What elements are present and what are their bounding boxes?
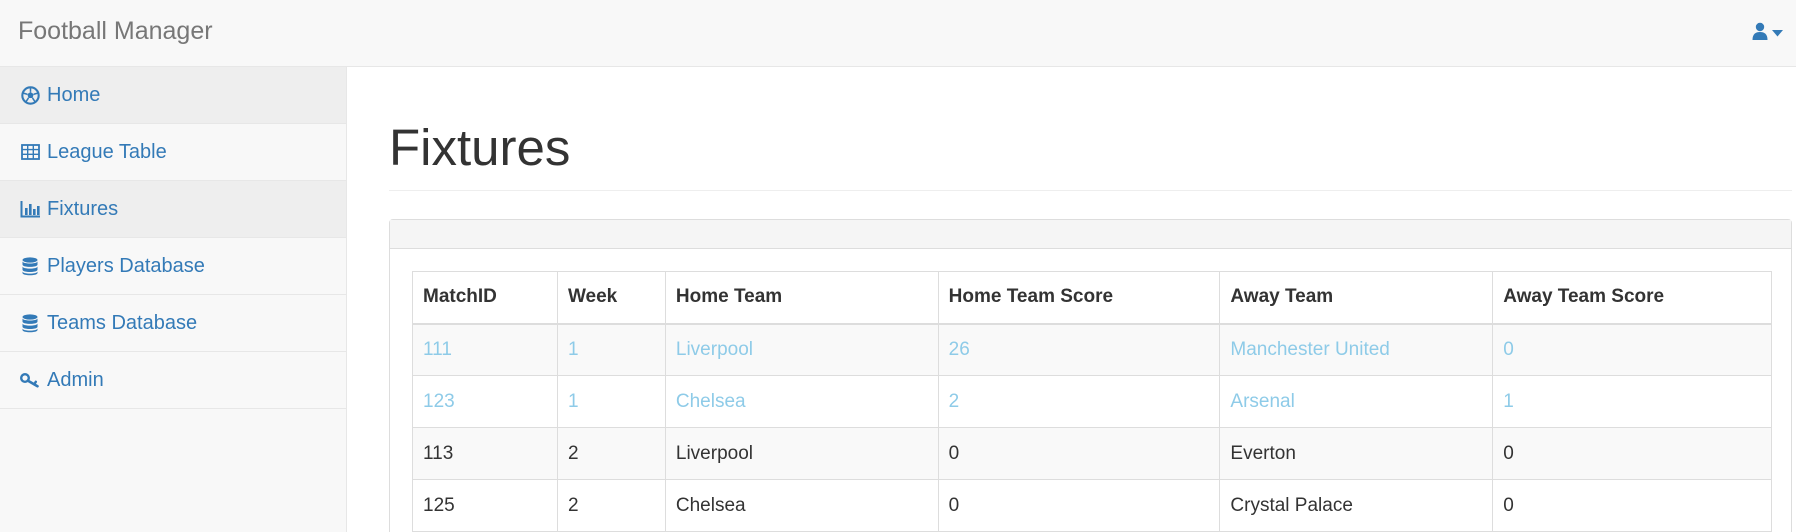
table-cell: 1 xyxy=(556,323,666,376)
table-cell: Liverpool xyxy=(664,427,939,480)
table-cell: Chelsea xyxy=(664,479,939,532)
panel-heading xyxy=(390,220,1791,249)
table-row[interactable]: 111 1 Liverpool 26 Manchester United 0 xyxy=(412,323,1772,376)
sidebar-item-home[interactable]: Home xyxy=(0,67,346,124)
fixtures-panel: MatchID Week Home Team Home Team Score A… xyxy=(389,219,1792,532)
sidebar-item-label: League Table xyxy=(47,140,167,163)
table-cell: 0 xyxy=(937,479,1221,532)
sidebar-item-label: Teams Database xyxy=(47,311,198,334)
caret-down-icon xyxy=(1772,24,1783,42)
key-icon xyxy=(19,369,41,391)
top-navbar: Football Manager xyxy=(0,0,1796,67)
table-cell: 1 xyxy=(556,375,666,428)
table-cell: 0 xyxy=(1492,427,1772,480)
sidebar: Home League Table Fixtures Players Datab… xyxy=(0,67,347,532)
table-header-row: MatchID Week Home Team Home Team Score A… xyxy=(412,271,1772,325)
table-cell: 0 xyxy=(1492,479,1772,532)
user-icon xyxy=(1752,22,1768,45)
table-cell: 0 xyxy=(1492,323,1772,376)
table-cell: 2 xyxy=(556,479,666,532)
column-header-away-team-score[interactable]: Away Team Score xyxy=(1492,271,1772,325)
table-cell: Manchester United xyxy=(1219,323,1494,376)
sidebar-item-admin[interactable]: Admin xyxy=(0,352,346,409)
column-header-week[interactable]: Week xyxy=(556,271,666,325)
column-header-home-team-score[interactable]: Home Team Score xyxy=(937,271,1221,325)
sidebar-item-label: Admin xyxy=(47,368,104,391)
table-cell: 1 xyxy=(1492,375,1772,428)
database-icon xyxy=(19,312,41,334)
table-cell: 2 xyxy=(556,427,666,480)
sidebar-item-label: Home xyxy=(47,83,101,106)
table-cell: 26 xyxy=(937,323,1221,376)
table-icon xyxy=(19,141,41,163)
sidebar-item-label: Fixtures xyxy=(47,197,119,220)
sidebar-item-league-table[interactable]: League Table xyxy=(0,124,346,181)
sidebar-item-players-database[interactable]: Players Database xyxy=(0,238,346,295)
sidebar-item-teams-database[interactable]: Teams Database xyxy=(0,295,346,352)
column-header-match-id[interactable]: MatchID xyxy=(412,271,558,325)
table-cell: Arsenal xyxy=(1219,375,1494,428)
table-cell: Everton xyxy=(1219,427,1494,480)
soccer-ball-icon xyxy=(19,84,41,106)
page-title: Fixtures xyxy=(389,119,571,176)
table-cell: 111 xyxy=(412,323,558,376)
table-cell: 125 xyxy=(412,479,558,532)
sidebar-item-fixtures[interactable]: Fixtures xyxy=(0,181,346,238)
bar-chart-icon xyxy=(19,198,41,220)
table-cell: 113 xyxy=(412,427,558,480)
table-row[interactable]: 113 2 Liverpool 0 Everton 0 xyxy=(412,427,1772,480)
page-header: Fixtures xyxy=(389,119,1792,191)
table-cell: 0 xyxy=(937,427,1221,480)
table-cell: Liverpool xyxy=(664,323,939,376)
database-icon xyxy=(19,255,41,277)
table-cell: 123 xyxy=(412,375,558,428)
app-brand[interactable]: Football Manager xyxy=(18,17,213,46)
table-cell: Chelsea xyxy=(664,375,939,428)
sidebar-item-label: Players Database xyxy=(47,254,205,277)
column-header-home-team[interactable]: Home Team xyxy=(664,271,939,325)
table-cell: 2 xyxy=(937,375,1221,428)
column-header-away-team[interactable]: Away Team xyxy=(1219,271,1494,325)
table-cell: Crystal Palace xyxy=(1219,479,1494,532)
table-row[interactable]: 123 1 Chelsea 2 Arsenal 1 xyxy=(412,375,1772,428)
user-menu-toggle[interactable] xyxy=(1752,20,1796,46)
table-row[interactable]: 125 2 Chelsea 0 Crystal Palace 0 xyxy=(412,479,1772,532)
fixtures-table: MatchID Week Home Team Home Team Score A… xyxy=(412,271,1772,532)
